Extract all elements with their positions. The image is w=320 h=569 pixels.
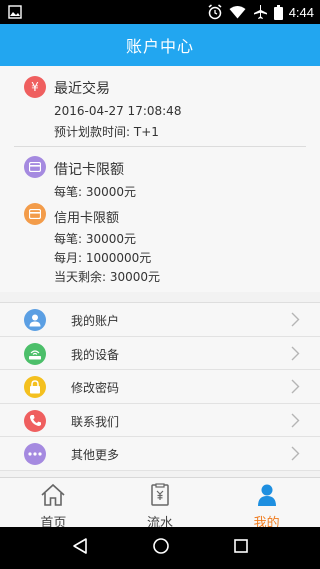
recent-apps-icon[interactable] bbox=[233, 538, 249, 558]
tab-mine[interactable]: 我的 bbox=[213, 478, 320, 531]
lock-icon bbox=[24, 376, 46, 398]
debit-card-icon bbox=[24, 156, 46, 178]
menu-item-label: 其他更多 bbox=[71, 448, 120, 462]
credit-card-icon bbox=[24, 203, 46, 225]
chevron-right-icon bbox=[291, 413, 300, 432]
profile-icon bbox=[255, 483, 279, 511]
credit-limit-title: 信用卡限额 bbox=[54, 211, 120, 226]
image-notification-icon bbox=[8, 4, 22, 19]
menu-item-more[interactable]: 其他更多 bbox=[0, 437, 320, 471]
wifi-icon bbox=[229, 5, 246, 19]
chevron-right-icon bbox=[291, 446, 300, 465]
tab-home[interactable]: 首页 bbox=[0, 478, 107, 531]
bottom-tab-bar: 首页 流水 我的 bbox=[0, 477, 320, 531]
home-button-icon[interactable] bbox=[152, 537, 170, 559]
menu-item-my-account[interactable]: 我的账户 bbox=[0, 303, 320, 337]
credit-limit-per-month: 每月: 1000000元 bbox=[54, 251, 152, 265]
phone-icon bbox=[24, 409, 46, 432]
device-icon bbox=[24, 342, 46, 365]
user-icon bbox=[24, 309, 46, 331]
recent-transaction-datetime: 2016-04-27 17:08:48 bbox=[54, 104, 182, 118]
menu-item-label: 联系我们 bbox=[71, 414, 120, 429]
card-divider bbox=[14, 146, 306, 147]
credit-limit-remaining-today: 当天剩余: 30000元 bbox=[54, 270, 161, 284]
menu-item-change-password[interactable]: 修改密码 bbox=[0, 370, 320, 404]
menu-item-label: 我的设备 bbox=[71, 347, 120, 362]
menu-item-label: 修改密码 bbox=[71, 381, 120, 395]
yen-symbol: ¥ bbox=[31, 80, 39, 94]
home-icon bbox=[40, 483, 66, 511]
menu-item-label: 我的账户 bbox=[71, 314, 120, 328]
app-header: 账户中心 bbox=[0, 24, 320, 66]
debit-limit-title: 借记卡限额 bbox=[54, 162, 124, 178]
airplane-mode-icon bbox=[252, 4, 268, 20]
status-time: 4:44 bbox=[288, 4, 314, 20]
account-summary-card: ¥ 最近交易 2016-04-27 17:08:48 预计划款时间: T+1 借… bbox=[0, 66, 320, 292]
credit-limit-per-transaction: 每笔: 30000元 bbox=[54, 232, 137, 246]
page-title: 账户中心 bbox=[125, 37, 194, 56]
status-bar: 4:44 bbox=[0, 0, 320, 24]
menu-item-contact-us[interactable]: 联系我们 bbox=[0, 404, 320, 437]
receipt-icon bbox=[148, 483, 172, 511]
debit-limit-per-transaction: 每笔: 30000元 bbox=[54, 185, 137, 199]
yen-icon: ¥ bbox=[24, 76, 46, 98]
recent-transaction-title: 最近交易 bbox=[54, 81, 110, 97]
chevron-right-icon bbox=[291, 312, 300, 331]
menu-item-my-device[interactable]: 我的设备 bbox=[0, 337, 320, 370]
recent-transaction-settlement: 预计划款时间: T+1 bbox=[54, 125, 159, 139]
chevron-right-icon bbox=[291, 346, 300, 365]
more-icon bbox=[24, 443, 46, 465]
account-menu: 我的账户 我的设备 修改密码 联系我们 其他更多 bbox=[0, 302, 320, 471]
system-navigation-bar bbox=[0, 527, 320, 569]
back-icon[interactable] bbox=[71, 537, 89, 559]
tab-transactions[interactable]: 流水 bbox=[107, 478, 214, 531]
alarm-icon bbox=[207, 4, 223, 20]
chevron-right-icon bbox=[291, 379, 300, 398]
battery-icon bbox=[273, 4, 283, 20]
